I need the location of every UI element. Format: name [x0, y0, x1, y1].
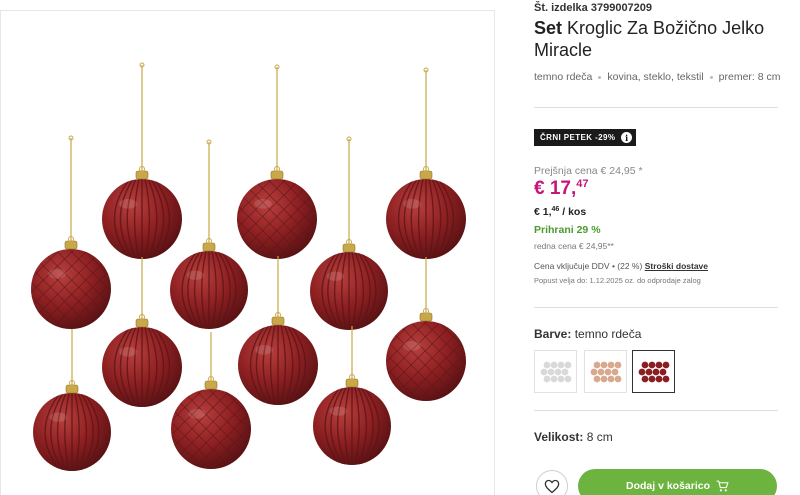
- ornament-ball: [33, 329, 111, 471]
- ornament-ball: [313, 326, 391, 465]
- colors-label: Barve: temno rdeča: [534, 327, 641, 341]
- swatch-thumbnail: [590, 361, 622, 383]
- ornament-ball: [102, 257, 182, 407]
- savings-text: Prihrani 29 %: [534, 224, 601, 236]
- unit-price: € 1,46 / kos: [534, 206, 586, 218]
- divider: [534, 107, 778, 108]
- ornament-ball: [237, 64, 317, 259]
- product-title-rest: Kroglic Za Božično Jelko Miracle: [534, 18, 765, 60]
- vat-text: Cena vključuje DDV • (22 %): [534, 261, 643, 271]
- attribute-material: kovina, steklo, tekstil: [607, 71, 704, 83]
- current-price: € 17,47: [534, 178, 589, 200]
- add-to-cart-label: Dodaj v košarico: [625, 480, 711, 492]
- previous-price: Prejšnja cena € 24,95 *: [534, 165, 643, 177]
- swatch-thumbnail: [540, 361, 572, 383]
- attribute-diameter: premer: 8 cm: [718, 71, 781, 83]
- unit-price-suffix: / kos: [559, 206, 587, 218]
- sku-number: Št. izdelka 3799007209: [534, 2, 653, 14]
- product-photo: [31, 62, 466, 471]
- product-attributes: temno rdeča kovina, steklo, tekstil premer…: [534, 71, 781, 83]
- size-label: Velikost: 8 cm: [534, 430, 613, 444]
- color-swatch[interactable]: [584, 350, 627, 393]
- ornament-ball: [386, 67, 466, 259]
- price-main: € 17,: [534, 178, 577, 199]
- attribute-color: temno rdeča: [534, 71, 593, 83]
- colors-heading: Barve:: [534, 327, 572, 341]
- ornament-ball: [310, 136, 388, 330]
- swatch-thumbnail: [638, 361, 670, 383]
- unit-price-main: € 1,: [534, 206, 552, 218]
- discount-validity: Popust velja do: 1.12.2025 oz. do odprod…: [534, 276, 701, 285]
- ornament-ball: [170, 139, 248, 329]
- product-image[interactable]: [0, 10, 495, 495]
- ornament-ball: [238, 256, 318, 405]
- price-cents: 47: [576, 178, 589, 190]
- info-icon[interactable]: i: [621, 132, 633, 143]
- product-title: Set Kroglic Za Božično Jelko Miracle: [534, 17, 784, 61]
- add-to-cart-button[interactable]: Dodaj v košarico: [578, 469, 777, 495]
- shipping-costs-link[interactable]: Stroški dostave: [645, 261, 708, 271]
- divider: [534, 410, 778, 411]
- color-swatch[interactable]: [534, 350, 577, 393]
- vat-info: Cena vključuje DDV • (22 %) Stroški dost…: [534, 261, 708, 271]
- size-heading: Velikost:: [534, 430, 584, 444]
- regular-price: redna cena € 24,95**: [534, 241, 614, 251]
- product-title-bold: Set: [534, 18, 563, 38]
- ornament-ball: [386, 257, 466, 401]
- ornament-ball: [31, 135, 111, 329]
- divider: [534, 307, 778, 308]
- product-info-panel: Št. izdelka 3799007209 Set Kroglic Za Bo…: [534, 0, 800, 495]
- ornament-ball: [102, 62, 182, 259]
- wishlist-button[interactable]: [536, 470, 568, 495]
- promo-badge: ČRNI PETEK -29% i: [534, 129, 637, 146]
- promo-badge-label: ČRNI PETEK -29%: [540, 133, 616, 142]
- size-value: 8 cm: [586, 430, 613, 444]
- ornament-ball: [171, 332, 251, 469]
- color-swatch[interactable]: [632, 350, 675, 393]
- selected-color: temno rdeča: [574, 327, 642, 341]
- heart-icon: [544, 479, 560, 493]
- cart-icon: [716, 480, 729, 492]
